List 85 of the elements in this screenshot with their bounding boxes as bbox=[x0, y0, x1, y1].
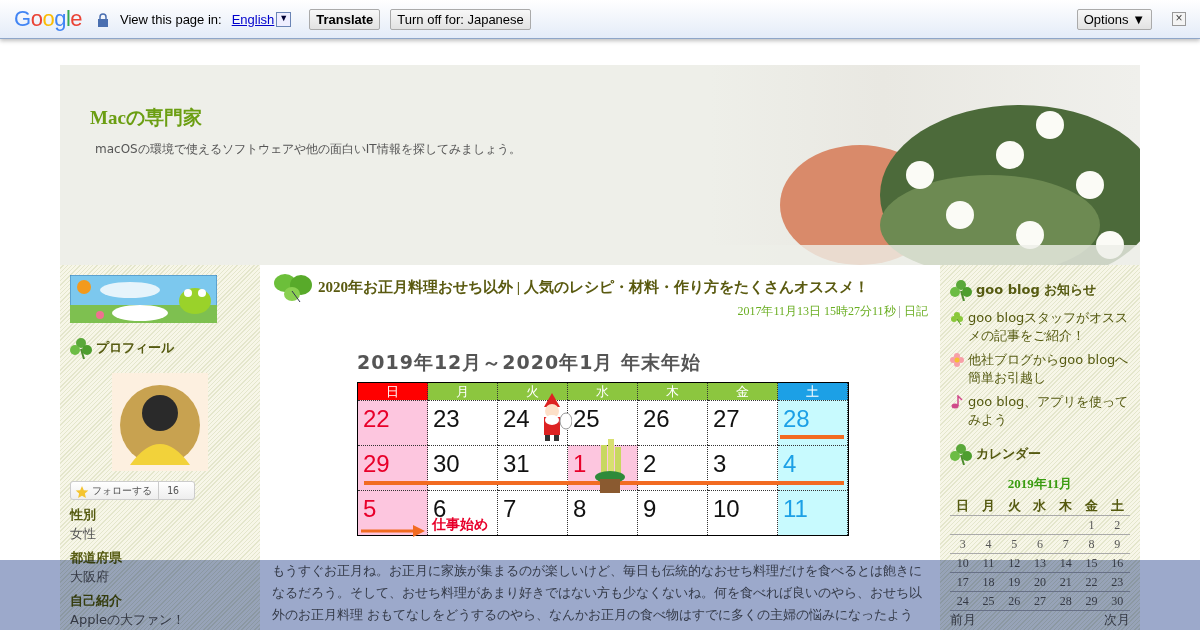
turn-off-button[interactable]: Turn off for: Japanese bbox=[390, 8, 531, 30]
calendar-day[interactable]: 8 bbox=[1078, 535, 1105, 553]
day-number: 5 bbox=[363, 495, 377, 522]
calendar-day[interactable]: 3 bbox=[950, 535, 976, 553]
calendar-day[interactable]: 2 bbox=[1104, 516, 1130, 534]
separator-text: | bbox=[898, 304, 901, 318]
profile-label: 性別 bbox=[70, 506, 97, 524]
weekday-header: 木 bbox=[638, 383, 708, 400]
day-number: 8 bbox=[573, 495, 587, 522]
blog-description: macOSの環境で使えるソフトウェアや他の面白いIT情報を探してみましょう。 bbox=[94, 141, 522, 158]
calendar-image-title: 2019年12月～2020年1月 年末年始 bbox=[357, 350, 703, 375]
section-heading: goo blog お知らせ bbox=[976, 281, 1097, 299]
profile-label: 自己紹介 bbox=[70, 592, 123, 610]
avatar-icon bbox=[112, 373, 208, 471]
day-number: 24 bbox=[503, 405, 530, 432]
day-number: 22 bbox=[363, 405, 390, 432]
weekday-header: 水 bbox=[568, 383, 638, 400]
language-link[interactable]: English bbox=[231, 11, 275, 27]
previous-month-link[interactable]: 前月 bbox=[950, 611, 976, 629]
weekday-header: 土 bbox=[778, 383, 848, 400]
weekday-label: 土 bbox=[1109, 497, 1125, 515]
clover-icon bbox=[950, 443, 972, 465]
lock-icon bbox=[96, 13, 110, 27]
calendar-day[interactable]: 6 bbox=[1027, 535, 1053, 553]
star-icon bbox=[75, 484, 89, 499]
section-heading: カレンダー bbox=[976, 445, 1041, 463]
day-number: 11 bbox=[783, 495, 808, 522]
profile-value: Appleの大ファン！ bbox=[70, 611, 186, 629]
weekday-header: 日 bbox=[358, 383, 428, 400]
day-number: 25 bbox=[573, 405, 600, 432]
day-number: 27 bbox=[713, 405, 740, 432]
day-number: 30 bbox=[433, 450, 460, 477]
day-number: 26 bbox=[643, 405, 670, 432]
calendar-day[interactable]: 5 bbox=[1001, 535, 1028, 553]
weekday-label: 月 bbox=[981, 497, 997, 515]
weekday-header: 火 bbox=[498, 383, 568, 400]
clover-icon bbox=[70, 337, 92, 359]
weekday-header: 月 bbox=[428, 383, 498, 400]
weekday-label: 日 bbox=[955, 497, 971, 515]
calendar-day[interactable]: 7 bbox=[1052, 535, 1079, 553]
clover-icon bbox=[950, 311, 964, 325]
notice-link[interactable]: goo blog、アプリを使ってみよう bbox=[968, 393, 1130, 429]
notice-link[interactable]: 他社ブログからgoo blogへ簡単お引越し bbox=[968, 351, 1130, 387]
arrow-icon bbox=[361, 525, 425, 537]
weekday-header: 金 bbox=[708, 383, 778, 400]
section-heading: プロフィール bbox=[96, 339, 174, 357]
day-number: 29 bbox=[363, 450, 390, 477]
calendar-month: 2019年11月 bbox=[1006, 475, 1074, 493]
profile-value: 大阪府 bbox=[70, 568, 110, 586]
day-number: 9 bbox=[643, 495, 657, 522]
calendar-day[interactable]: 1 bbox=[1078, 516, 1105, 534]
weekday-label: 木 bbox=[1058, 497, 1074, 515]
day-number: 1 bbox=[573, 450, 587, 477]
calendar-day[interactable]: 4 bbox=[975, 535, 1002, 553]
next-month-link[interactable]: 次月 bbox=[1104, 611, 1130, 629]
options-button[interactable]: Options ▼ bbox=[1076, 8, 1152, 30]
weekday-label: 火 bbox=[1006, 497, 1022, 515]
day-number: 7 bbox=[503, 495, 517, 522]
day-number: 23 bbox=[433, 405, 460, 432]
day-number: 4 bbox=[783, 450, 797, 477]
weekday-label: 金 bbox=[1083, 497, 1099, 515]
follower-count: 16 bbox=[166, 485, 181, 496]
day-number: 10 bbox=[713, 495, 740, 522]
day-number: 3 bbox=[713, 450, 727, 477]
music-note-icon bbox=[950, 395, 964, 409]
prompt-text: View this page in: bbox=[120, 11, 222, 27]
day-number: 28 bbox=[783, 405, 810, 432]
leaf-icon bbox=[272, 271, 314, 303]
day-number: 31 bbox=[503, 450, 530, 477]
article-paragraph: もうすぐお正月ね。お正月に家族が集まるのが楽しいけど、毎日も伝統的なおせち料理だけを食べるとは飽きになるだろう。そして、おせち料理があまり好きではない方も少なくないね。何を食べれば良いのやら、おせち以外のお正月料理 おもてなしをどうするのやら、なんかお正月の食べ物はすでに多くの主婦の悩みになったよう bbox=[272, 560, 927, 630]
profile-label: 都道府県 bbox=[70, 549, 123, 567]
notice-link[interactable]: goo blogスタッフがオススメの記事をご紹介！ bbox=[968, 309, 1130, 345]
calendar-day[interactable]: 9 bbox=[1104, 535, 1130, 553]
dropdown-button[interactable]: ▼ bbox=[276, 11, 292, 27]
bamboo-icon bbox=[595, 439, 625, 493]
follow-button[interactable]: フォローする bbox=[71, 482, 159, 499]
google-logo: Google bbox=[14, 6, 82, 32]
profile-value: 女性 bbox=[70, 525, 97, 543]
close-button[interactable]: × bbox=[1172, 12, 1186, 26]
article-title[interactable]: 2020年お正月料理おせち以外 | 人気のレシピ・材料・作り方をたくさんオススメ！ bbox=[318, 277, 869, 297]
day-number: 2 bbox=[643, 450, 657, 477]
clover-icon bbox=[950, 279, 972, 301]
weekday-label: 水 bbox=[1032, 497, 1048, 515]
flower-icon bbox=[950, 353, 964, 367]
translate-button[interactable]: Translate bbox=[309, 8, 381, 30]
